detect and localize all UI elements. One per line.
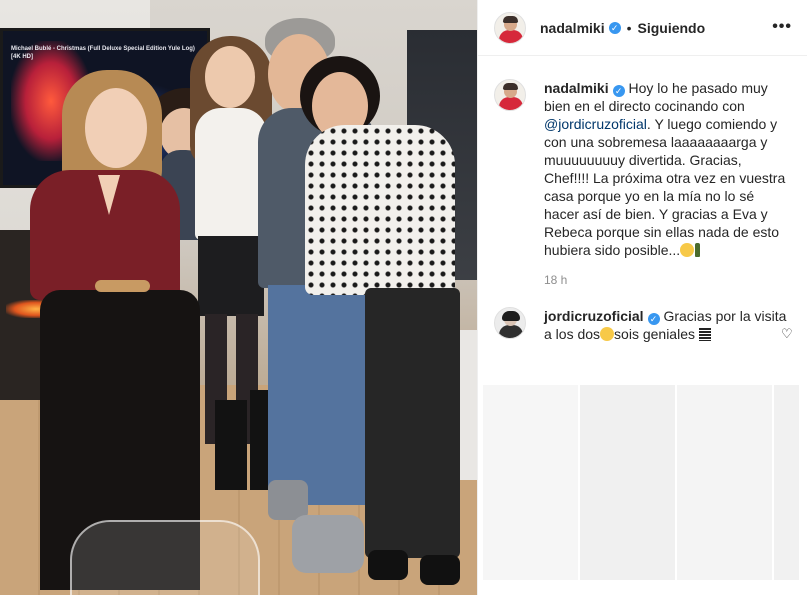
commenter-avatar[interactable] xyxy=(494,307,526,339)
verified-badge-icon: ✓ xyxy=(608,21,621,34)
verified-badge-icon: ✓ xyxy=(612,85,625,97)
caption: nadalmiki ✓ Hoy lo he pasado muy bien en … xyxy=(494,79,794,259)
caption-author-avatar[interactable] xyxy=(494,79,526,111)
bottle-emoji-icon xyxy=(695,243,701,257)
heart-icon[interactable]: ♡ xyxy=(781,327,795,341)
comments-section: nadalmiki ✓ Hoy lo he pasado muy bien en … xyxy=(494,79,794,343)
flag-emoji-icon xyxy=(698,328,711,341)
post-photo[interactable]: Michael Bublé - Christmas (Full Deluxe S… xyxy=(0,0,477,595)
separator-dot: • xyxy=(626,19,632,36)
post-side-panel: nadalmiki ✓ • Siguiendo ••• nadalmiki ✓ H… xyxy=(477,0,807,595)
post-header: nadalmiki ✓ • Siguiendo ••• xyxy=(478,0,807,56)
caption-author-username[interactable]: nadalmiki xyxy=(544,80,609,96)
comment-text: jordicruzoficial ✓ Gracias por la visita … xyxy=(544,307,790,343)
caption-mention-link[interactable]: @jordicruzoficial xyxy=(544,116,647,132)
verified-badge-icon: ✓ xyxy=(647,313,660,325)
more-options-icon[interactable]: ••• xyxy=(772,18,792,36)
commenter-username[interactable]: jordicruzoficial xyxy=(544,308,644,324)
tv-screen-text: Michael Bublé - Christmas (Full Deluxe S… xyxy=(11,46,195,60)
author-username[interactable]: nadalmiki xyxy=(540,20,605,36)
comment-body-rest: sois geniales xyxy=(614,326,695,342)
caption-timestamp[interactable]: 18 h xyxy=(544,273,794,287)
photo-chair xyxy=(70,520,260,595)
loading-placeholder xyxy=(483,385,799,580)
comment-item: jordicruzoficial ✓ Gracias por la visita … xyxy=(494,307,794,343)
caption-body-rest: . Y luego comiendo y con una sobremesa l… xyxy=(544,116,786,258)
caption-text: nadalmiki ✓ Hoy lo he pasado muy bien en … xyxy=(544,79,790,259)
follow-status-button[interactable]: Siguiendo xyxy=(638,20,706,36)
smiling-face-emoji-icon xyxy=(600,327,615,341)
author-avatar[interactable] xyxy=(494,11,526,44)
winking-face-emoji-icon xyxy=(680,243,695,257)
